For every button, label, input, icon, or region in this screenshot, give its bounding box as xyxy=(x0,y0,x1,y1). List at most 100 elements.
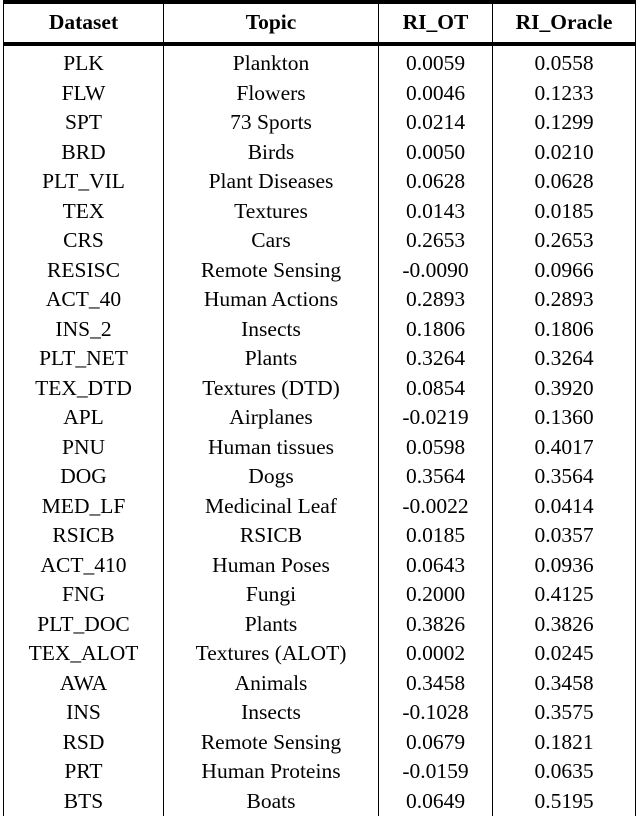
cell-topic: Remote Sensing xyxy=(163,727,379,757)
table-row: INS_2 Insects 0.1806 0.1806 xyxy=(3,314,636,344)
cell-ri-oracle: 0.0245 xyxy=(492,639,636,669)
cell-ri-oracle: 0.1360 xyxy=(492,403,636,433)
table-row: RSD Remote Sensing 0.0679 0.1821 xyxy=(3,727,636,757)
cell-dataset: AWA xyxy=(3,668,164,698)
cell-ri-oracle: 0.1233 xyxy=(492,78,636,108)
cell-ri-oracle: 0.1806 xyxy=(492,314,636,344)
cell-ri-oracle: 0.0966 xyxy=(492,255,636,285)
cell-topic: Insects xyxy=(163,314,379,344)
cell-ri-ot: 0.1806 xyxy=(378,314,493,344)
cell-dataset: RSD xyxy=(3,727,164,757)
cell-topic: Insects xyxy=(163,698,379,728)
cell-ri-oracle: 0.1821 xyxy=(492,727,636,757)
cell-ri-ot: 0.2000 xyxy=(378,580,493,610)
table-header: Dataset Topic RI_OT RI_Oracle xyxy=(3,0,636,46)
cell-dataset: TEX_ALOT xyxy=(3,639,164,669)
cell-ri-ot: 0.0143 xyxy=(378,196,493,226)
cell-topic: Plankton xyxy=(163,44,379,79)
cell-ri-ot: 0.0628 xyxy=(378,167,493,197)
table-row: PLK Plankton 0.0059 0.0558 xyxy=(3,44,636,79)
cell-dataset: FLW xyxy=(3,78,164,108)
table-row: BRD Birds 0.0050 0.0210 xyxy=(3,137,636,167)
column-header-ri-ot: RI_OT xyxy=(378,0,493,46)
cell-dataset: SPT xyxy=(3,108,164,138)
cell-ri-oracle: 0.4125 xyxy=(492,580,636,610)
table-row: RSICB RSICB 0.0185 0.0357 xyxy=(3,521,636,551)
table-header-row: Dataset Topic RI_OT RI_Oracle xyxy=(3,0,636,46)
cell-ri-ot: 0.0679 xyxy=(378,727,493,757)
cell-ri-oracle: 0.3826 xyxy=(492,609,636,639)
cell-ri-oracle: 0.4017 xyxy=(492,432,636,462)
table-row: BTS Boats 0.0649 0.5195 xyxy=(3,786,636,816)
cell-ri-oracle: 0.3920 xyxy=(492,373,636,403)
cell-ri-oracle: 0.0357 xyxy=(492,521,636,551)
cell-dataset: PLT_DOC xyxy=(3,609,164,639)
cell-dataset: CRS xyxy=(3,226,164,256)
cell-dataset: BTS xyxy=(3,786,164,816)
cell-dataset: PLK xyxy=(3,44,164,79)
table-row: SPT 73 Sports 0.0214 0.1299 xyxy=(3,108,636,138)
cell-ri-oracle: 0.0210 xyxy=(492,137,636,167)
cell-ri-ot: 0.0185 xyxy=(378,521,493,551)
cell-dataset: ACT_40 xyxy=(3,285,164,315)
table-row: AWA Animals 0.3458 0.3458 xyxy=(3,668,636,698)
cell-ri-oracle: 0.2893 xyxy=(492,285,636,315)
cell-topic: 73 Sports xyxy=(163,108,379,138)
cell-topic: Human Proteins xyxy=(163,757,379,787)
cell-ri-oracle: 0.1299 xyxy=(492,108,636,138)
cell-dataset: ACT_410 xyxy=(3,550,164,580)
cell-topic: Human Actions xyxy=(163,285,379,315)
cell-ri-ot: 0.0854 xyxy=(378,373,493,403)
cell-ri-oracle: 0.3575 xyxy=(492,698,636,728)
cell-topic: Plants xyxy=(163,609,379,639)
table-row: PNU Human tissues 0.0598 0.4017 xyxy=(3,432,636,462)
cell-dataset: FNG xyxy=(3,580,164,610)
cell-topic: Cars xyxy=(163,226,379,256)
cell-ri-oracle: 0.0936 xyxy=(492,550,636,580)
cell-ri-ot: 0.0214 xyxy=(378,108,493,138)
cell-dataset: PNU xyxy=(3,432,164,462)
cell-ri-oracle: 0.0414 xyxy=(492,491,636,521)
results-table: Dataset Topic RI_OT RI_Oracle PLK Plankto… xyxy=(3,0,636,816)
cell-dataset: BRD xyxy=(3,137,164,167)
cell-ri-ot: 0.3264 xyxy=(378,344,493,374)
cell-topic: Flowers xyxy=(163,78,379,108)
cell-ri-ot: 0.0002 xyxy=(378,639,493,669)
cell-dataset: TEX xyxy=(3,196,164,226)
cell-ri-oracle: 0.3264 xyxy=(492,344,636,374)
table-row: ACT_40 Human Actions 0.2893 0.2893 xyxy=(3,285,636,315)
cell-topic: Remote Sensing xyxy=(163,255,379,285)
cell-ri-ot: 0.3564 xyxy=(378,462,493,492)
cell-topic: Plant Diseases xyxy=(163,167,379,197)
table-row: PLT_NET Plants 0.3264 0.3264 xyxy=(3,344,636,374)
cell-topic: Boats xyxy=(163,786,379,816)
table-row: PRT Human Proteins -0.0159 0.0635 xyxy=(3,757,636,787)
table-body: PLK Plankton 0.0059 0.0558 FLW Flowers 0.0046 0… xyxy=(3,44,636,816)
cell-ri-ot: 0.0059 xyxy=(378,44,493,79)
cell-ri-oracle: 0.0558 xyxy=(492,44,636,79)
cell-topic: Textures (ALOT) xyxy=(163,639,379,669)
cell-dataset: RSICB xyxy=(3,521,164,551)
cell-topic: Dogs xyxy=(163,462,379,492)
cell-ri-ot: 0.3458 xyxy=(378,668,493,698)
cell-ri-ot: 0.3826 xyxy=(378,609,493,639)
cell-dataset: INS_2 xyxy=(3,314,164,344)
table-row: TEX Textures 0.0143 0.0185 xyxy=(3,196,636,226)
cell-dataset: MED_LF xyxy=(3,491,164,521)
cell-dataset: RESISC xyxy=(3,255,164,285)
cell-topic: Fungi xyxy=(163,580,379,610)
cell-topic: Airplanes xyxy=(163,403,379,433)
cell-dataset: PLT_VIL xyxy=(3,167,164,197)
table-row: TEX_DTD Textures (DTD) 0.0854 0.3920 xyxy=(3,373,636,403)
cell-ri-oracle: 0.0635 xyxy=(492,757,636,787)
cell-ri-ot: -0.0159 xyxy=(378,757,493,787)
cell-ri-ot: 0.0649 xyxy=(378,786,493,816)
cell-ri-ot: 0.0643 xyxy=(378,550,493,580)
cell-ri-oracle: 0.0628 xyxy=(492,167,636,197)
column-header-ri-oracle: RI_Oracle xyxy=(492,0,636,46)
cell-ri-oracle: 0.2653 xyxy=(492,226,636,256)
table-row: FNG Fungi 0.2000 0.4125 xyxy=(3,580,636,610)
cell-ri-ot: 0.0598 xyxy=(378,432,493,462)
cell-ri-ot: 0.2653 xyxy=(378,226,493,256)
cell-ri-ot: -0.1028 xyxy=(378,698,493,728)
